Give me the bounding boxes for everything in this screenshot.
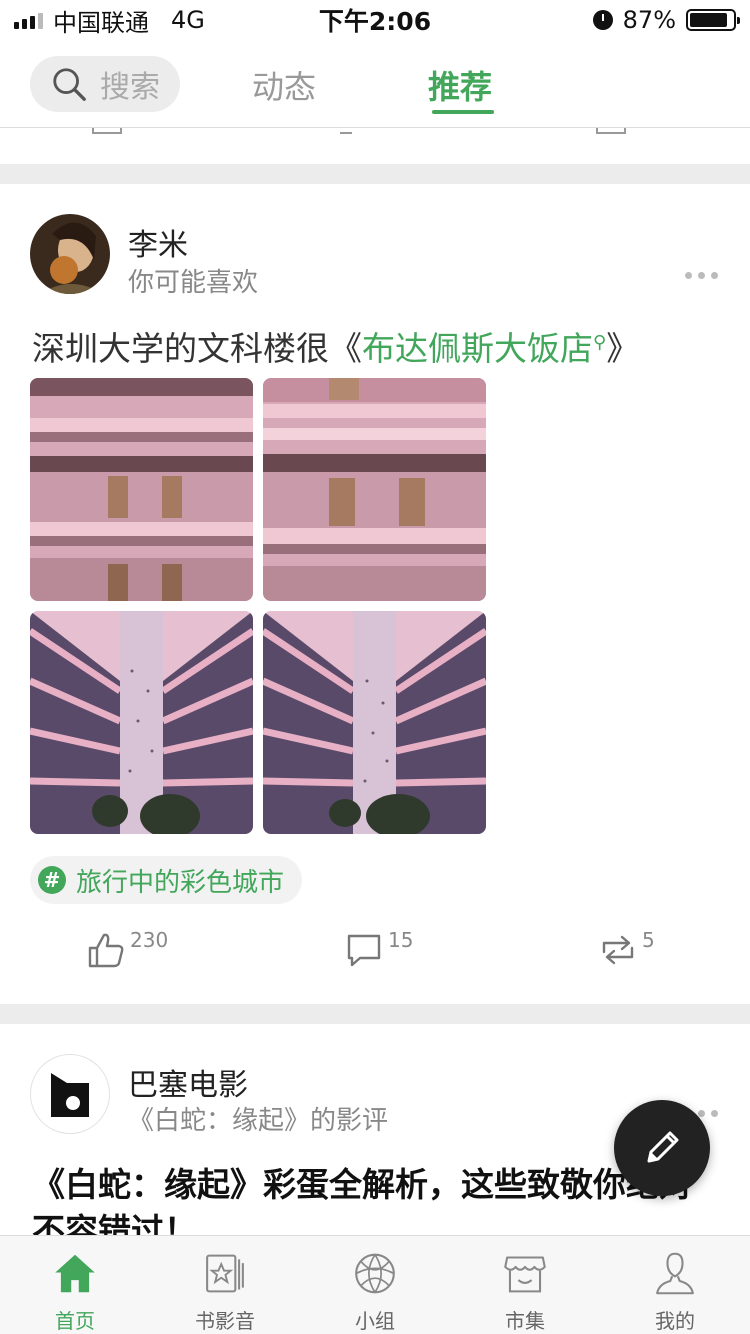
comment-icon [347,934,381,967]
tab-label: 小组 [355,1309,395,1333]
separator [0,164,750,184]
tab-label: 书影音 [195,1309,255,1333]
avatar[interactable] [30,214,110,294]
post-text-suffix: 》 [606,329,640,368]
battery-icon [686,9,740,31]
profile-icon [656,1252,694,1295]
tab-label: 首页 [55,1309,95,1333]
top-nav: 搜索 动态 推荐 [0,40,750,128]
market-icon [504,1256,546,1293]
previous-post-fragment [0,128,750,164]
avatar[interactable] [30,1054,110,1134]
media-icon [206,1254,244,1293]
tab-label: 我的 [655,1309,695,1333]
post-photo[interactable] [263,611,486,834]
post-photo[interactable] [30,378,253,601]
post-subtitle: 《白蛇：缘起》的影评 [128,1106,389,1136]
post-subtitle: 你可能喜欢 [128,268,259,298]
bottom-tab-bar: 首页 书影音 小组 市集 我的 [0,1235,750,1334]
search-icon [53,68,86,101]
repost-button[interactable]: 5 [598,928,655,970]
comment-count: 15 [388,928,414,952]
clock: 下午2:06 [318,7,432,36]
group-icon [355,1253,395,1294]
article-title[interactable]: 《白蛇：缘起》彩蛋全解析，这些致敬你绝对不容错过！ [32,1162,722,1235]
comment-button[interactable]: 15 [344,928,414,970]
signal-icon [14,11,43,29]
compose-button[interactable] [614,1100,710,1196]
tab-home[interactable]: 首页 [0,1236,150,1334]
separator [0,1004,750,1024]
post-card: 李米 你可能喜欢 深圳大学的文科楼很《布达佩斯大饭店⚲》 # 旅行中的彩色城市 … [0,184,750,1004]
search-link-icon: ⚲ [593,332,607,353]
like-button[interactable]: 230 [86,928,169,970]
home-icon [55,1254,95,1293]
network-type: 4G [171,6,205,34]
search-placeholder: 搜索 [100,70,160,105]
carrier-name: 中国联通 [53,8,149,37]
tab-group[interactable]: 小组 [300,1236,450,1334]
tab-label: 市集 [505,1309,545,1333]
post-text: 深圳大学的文科楼很《布达佩斯大饭店⚲》 [32,322,639,370]
tab-feed[interactable]: 动态 [252,62,316,108]
topic-tag[interactable]: # 旅行中的彩色城市 [30,856,303,904]
thumbs-up-icon [88,933,124,968]
status-bar: 中国联通 4G 下午2:06 87% [0,0,750,40]
battery-percent: 87% [622,6,676,34]
post-text-prefix: 深圳大学的文科楼很《 [32,329,362,368]
post-photo[interactable] [30,611,253,834]
movie-link[interactable]: 布达佩斯大饭店 [362,329,593,368]
repost-count: 5 [642,928,655,952]
search-input[interactable]: 搜索 [30,56,180,112]
author-name[interactable]: 李米 [128,220,188,264]
pencil-icon [647,1131,679,1163]
tab-recommend[interactable]: 推荐 [428,62,492,108]
hashtag-icon: # [38,866,66,894]
repost-icon [602,935,634,965]
tab-market[interactable]: 市集 [450,1236,600,1334]
tab-media[interactable]: 书影音 [150,1236,300,1334]
author-name[interactable]: 巴塞电影 [128,1060,248,1104]
more-options-icon[interactable] [685,272,718,279]
post-photo[interactable] [263,378,486,601]
tab-profile[interactable]: 我的 [600,1236,750,1334]
active-tab-indicator [432,110,494,114]
like-count: 230 [130,928,169,952]
alarm-icon [592,10,613,30]
topic-label: 旅行中的彩色城市 [76,867,285,898]
